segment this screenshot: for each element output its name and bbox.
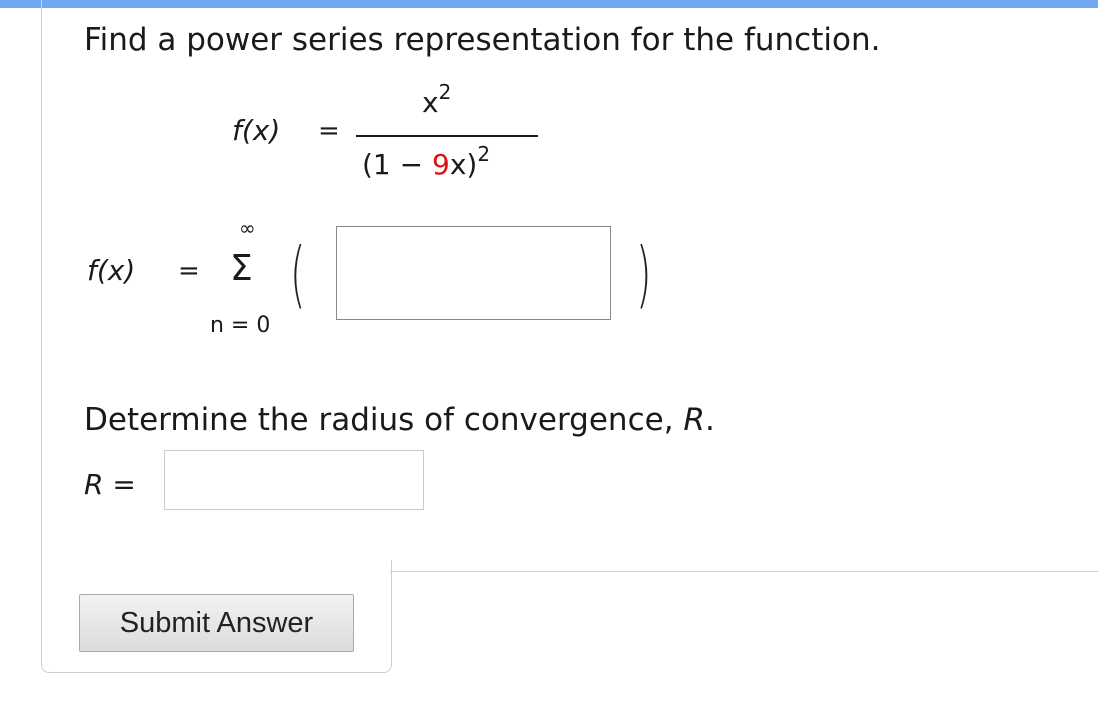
- question-prompt: Find a power series representation for t…: [84, 22, 881, 58]
- sigma-symbol: Σ: [230, 248, 253, 289]
- submit-answer-button[interactable]: Submit Answer: [79, 594, 354, 652]
- frame-left-border: [41, 0, 42, 572]
- function-denominator: (1 − 9x)2: [362, 141, 491, 181]
- series-equals: =: [178, 256, 200, 286]
- radius-input[interactable]: [164, 450, 424, 510]
- highlighted-coefficient: 9: [432, 148, 450, 181]
- sum-upper-limit: ∞: [239, 216, 256, 240]
- frame-divider: [390, 571, 1098, 572]
- series-lhs: f(x): [87, 254, 136, 287]
- function-equals: =: [318, 116, 340, 146]
- fraction-bar: [356, 135, 538, 137]
- radius-label: R =: [84, 468, 136, 501]
- top-accent-bar: [0, 0, 1098, 8]
- radius-prompt: Determine the radius of convergence, R.: [84, 402, 715, 438]
- function-numerator: x2: [422, 79, 452, 119]
- series-term-input[interactable]: [336, 226, 611, 320]
- series-close-paren: ): [636, 232, 652, 316]
- sum-lower-limit: n = 0: [210, 313, 271, 338]
- function-lhs: f(x): [232, 114, 281, 147]
- series-open-paren: (: [290, 232, 306, 316]
